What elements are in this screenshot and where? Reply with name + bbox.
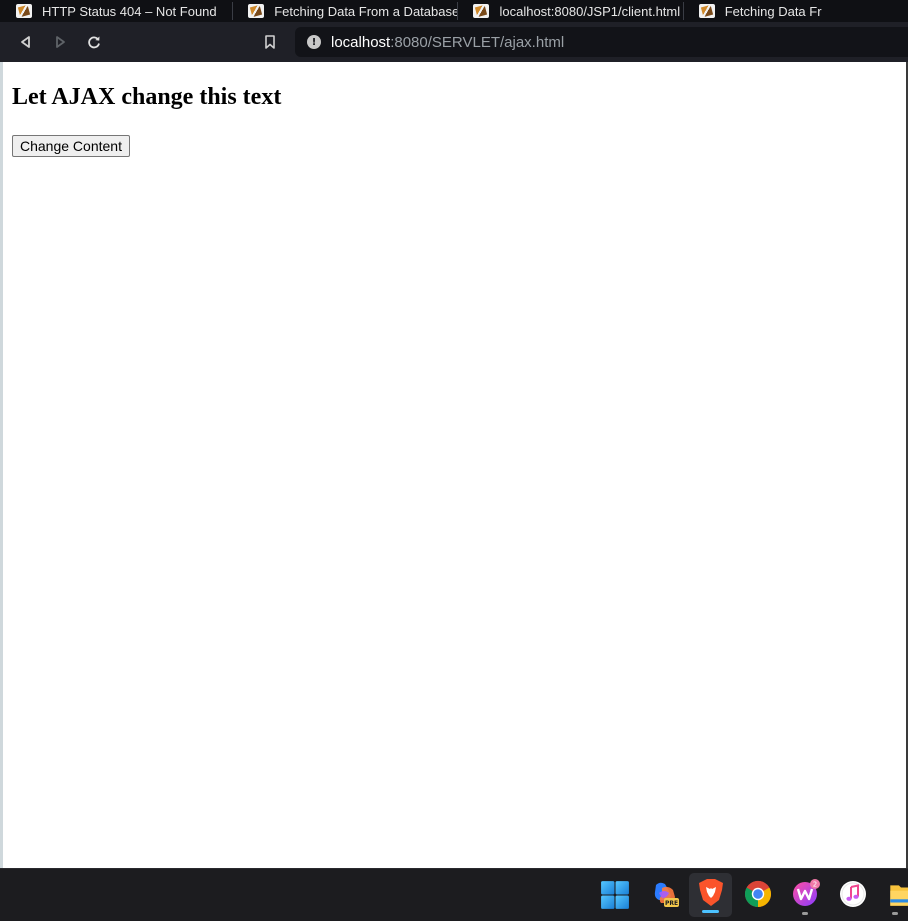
back-icon [21,36,30,48]
wps-office-icon[interactable]: 2 [791,878,821,908]
address-bar[interactable]: ! localhost:8080/SERVLET/ajax.html [295,27,908,57]
back-button[interactable] [9,25,43,59]
svg-text:2: 2 [813,881,817,889]
explorer-running-indicator [892,912,898,915]
file-explorer-icon[interactable] [886,880,908,910]
svg-text:PRE: PRE [665,900,678,907]
tab-fetching-data-2[interactable]: Fetching Data Fr [682,0,908,22]
tab-fetching-data[interactable]: Fetching Data From a Database [232,0,457,22]
url-host: localhost [331,33,391,51]
page-content: Let AJAX change this text Change Content [12,62,906,157]
url-path: :8080/SERVLET/ajax.html [390,33,565,51]
taskbar: PRE 2 [0,868,908,921]
site-info-icon[interactable]: ! [307,35,321,49]
brave-active-indicator [702,910,719,913]
bookmark-button[interactable] [253,25,287,59]
tab-title: Fetching Data Fr [724,3,822,19]
tomcat-favicon-icon [473,4,490,18]
forward-icon [56,36,65,48]
wps-running-indicator [802,912,808,915]
tomcat-favicon-icon [698,4,715,18]
reload-icon [88,36,100,49]
browser-toolbar: ! localhost:8080/SERVLET/ajax.html [0,22,908,62]
tab-strip: HTTP Status 404 – Not Found Fetching Dat… [0,0,908,22]
chrome-icon[interactable] [743,879,773,909]
itunes-icon[interactable] [838,879,868,909]
copilot-icon[interactable]: PRE [650,879,680,909]
tab-http-404[interactable]: HTTP Status 404 – Not Found [0,0,232,22]
tab-title: localhost:8080/JSP1/client.html [499,3,681,19]
tab-title: Fetching Data From a Database [274,3,458,19]
bookmark-icon [265,35,275,49]
tab-client-html[interactable]: localhost:8080/JSP1/client.html [457,0,682,22]
reload-button[interactable] [77,25,111,59]
page-heading: Let AJAX change this text [12,84,282,110]
forward-button[interactable] [43,25,77,59]
window-left-edge [0,0,3,920]
tab-title: HTTP Status 404 – Not Found [42,3,217,19]
change-content-button[interactable]: Change Content [12,135,130,157]
url-text[interactable]: localhost:8080/SERVLET/ajax.html [331,34,564,51]
tomcat-favicon-icon [16,4,32,18]
tomcat-favicon-icon [248,4,265,18]
windows-start-icon[interactable] [600,880,630,910]
brave-icon[interactable] [696,878,726,908]
